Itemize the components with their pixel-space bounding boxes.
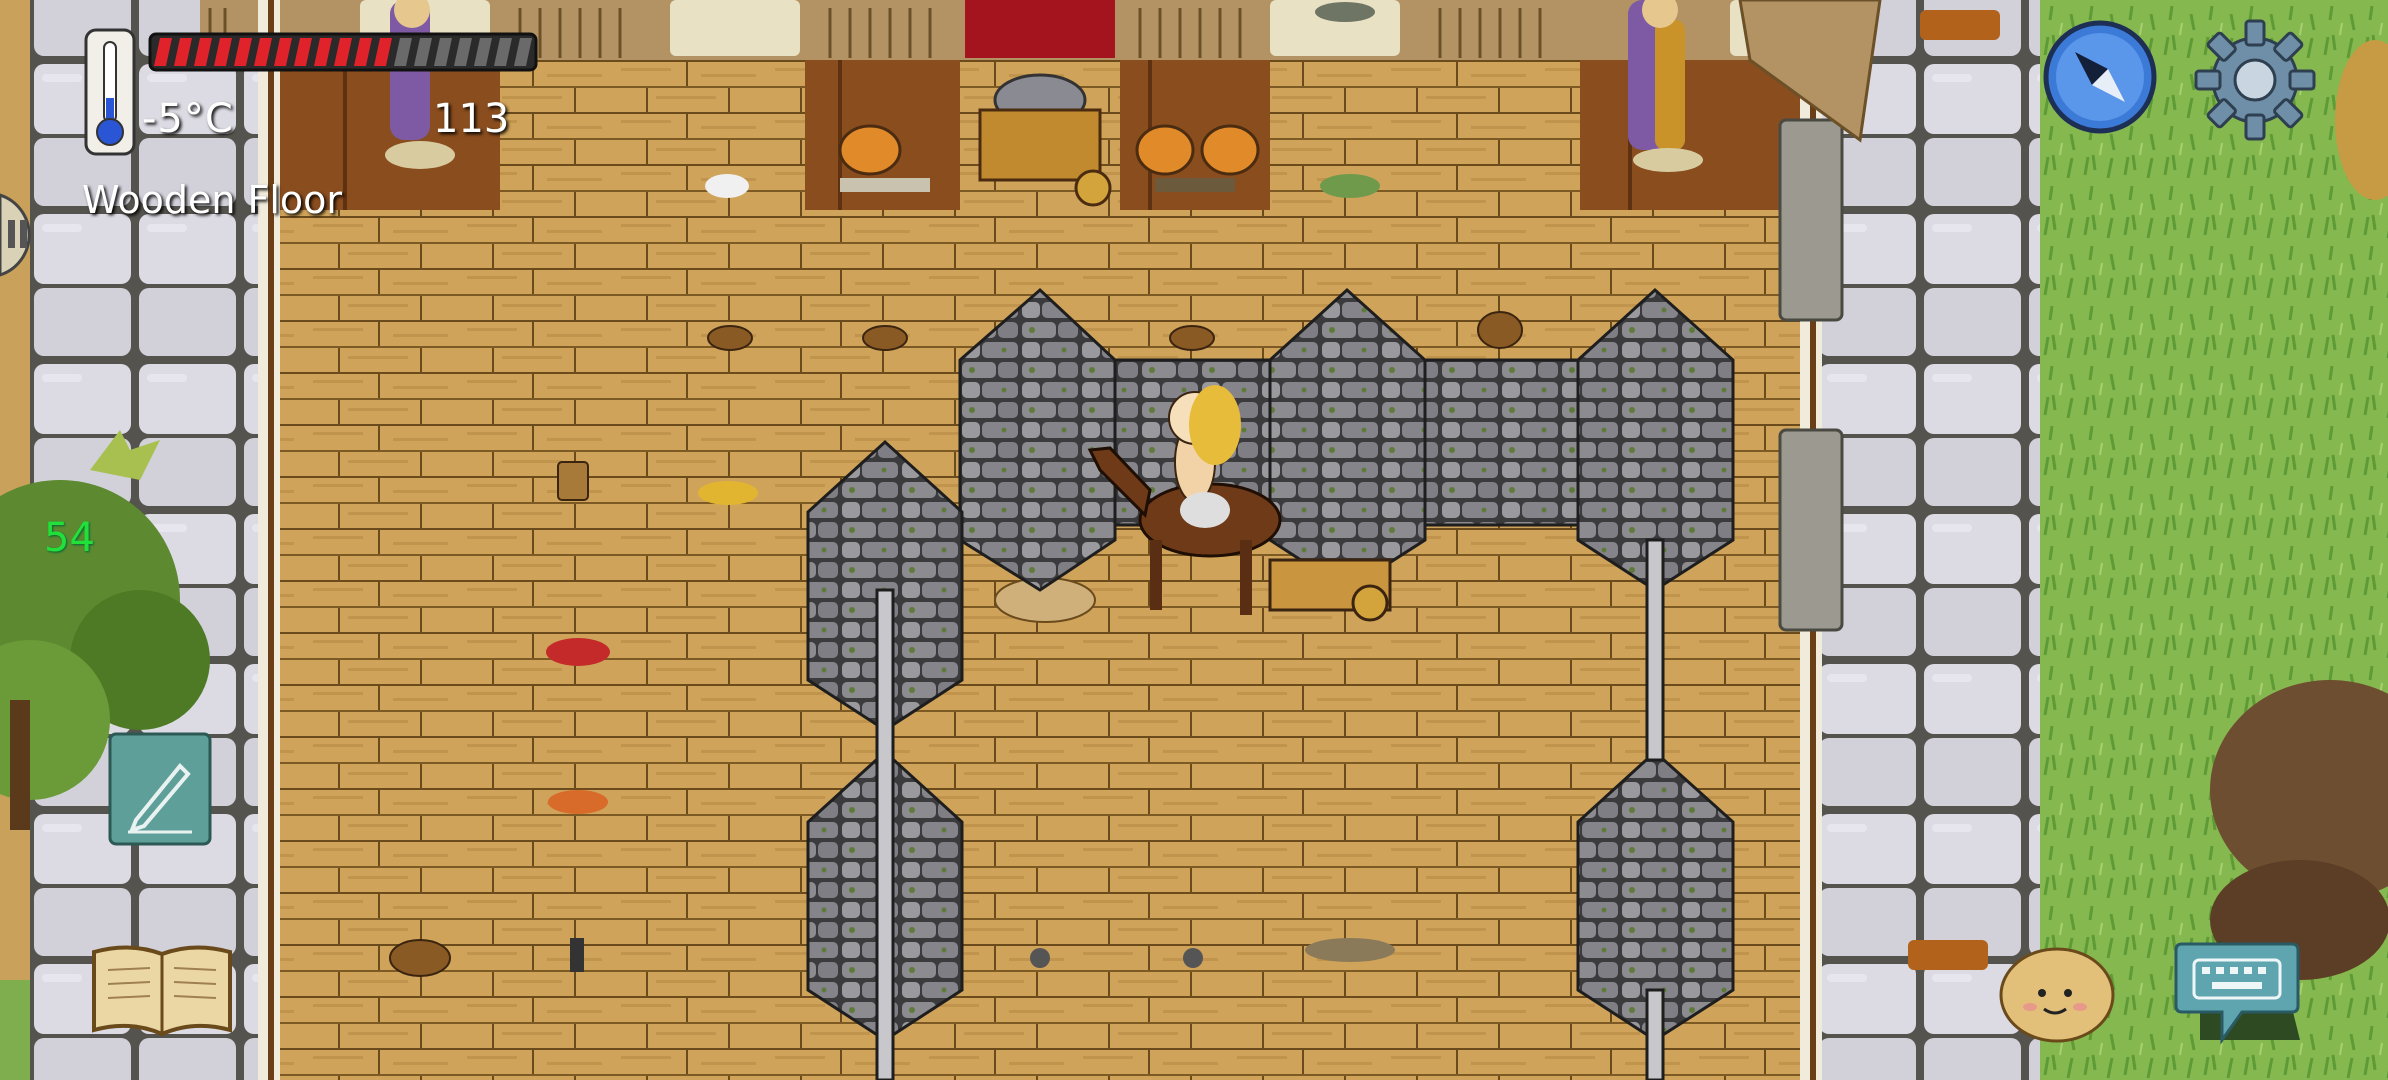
emote-face-icon[interactable] xyxy=(1998,945,2116,1045)
gear-icon[interactable] xyxy=(2192,17,2318,143)
pause-icon[interactable] xyxy=(0,190,50,280)
biome-label: Wooden Floor xyxy=(82,178,343,222)
keyboard-chat-icon[interactable] xyxy=(2172,940,2302,1050)
age-label: 54 xyxy=(44,515,95,561)
pencil-note-icon[interactable] xyxy=(108,732,212,846)
game-world[interactable] xyxy=(0,0,2388,1080)
thermometer-icon xyxy=(84,28,136,156)
game-viewport[interactable]: -5°C 113 Wooden Floor 54 xyxy=(0,0,2388,1080)
yum-counter: 113 xyxy=(433,96,510,142)
book-icon[interactable] xyxy=(90,940,234,1040)
temperature-readout: -5°C xyxy=(142,96,234,142)
food-meter xyxy=(148,32,538,72)
compass-icon[interactable] xyxy=(2040,17,2160,137)
